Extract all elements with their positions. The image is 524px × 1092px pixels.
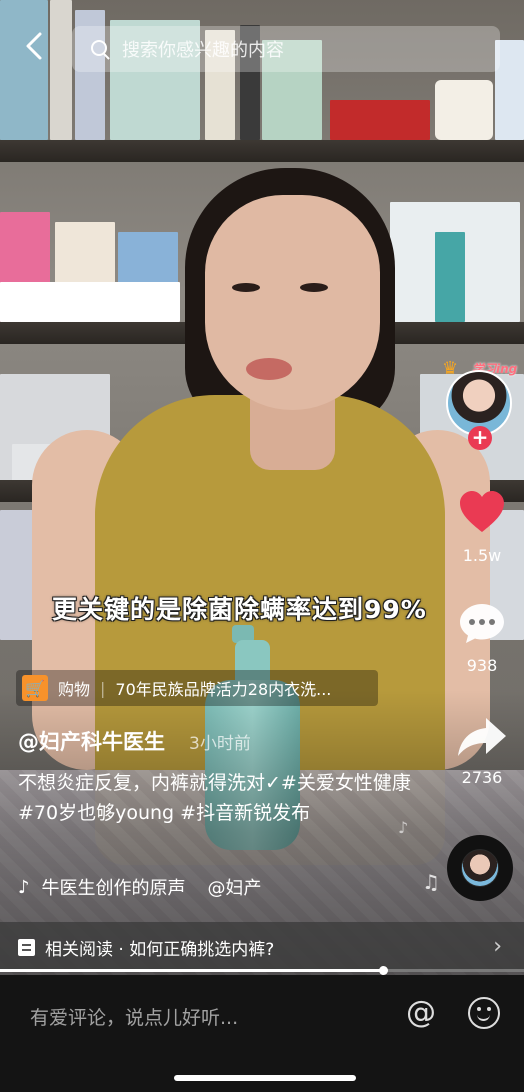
comment-count: 938 (466, 656, 498, 675)
music-row[interactable]: ♪ 牛医生创作的原声 @妇产 (18, 874, 262, 900)
like-count: 1.5w (462, 546, 502, 565)
related-reading-bar[interactable]: 相关阅读 · 如何正确挑选内裤? › (0, 922, 524, 972)
crown-icon: ♛ (442, 358, 459, 379)
shopping-cart-icon: 🛒 (22, 675, 48, 701)
shopping-tag[interactable]: 🛒 购物 | 70年民族品牌活力28内衣洗... (16, 670, 378, 706)
share-count: 2736 (461, 768, 503, 787)
presenter-eye (232, 283, 260, 292)
divider: | (100, 678, 106, 698)
video-progress-bar[interactable] (0, 966, 524, 975)
author-row: @妇产科牛医生 3小时前 (18, 726, 251, 756)
search-icon (90, 39, 110, 59)
chevron-left-icon (26, 32, 42, 60)
video-player[interactable] (0, 0, 524, 975)
presenter-eye (300, 283, 328, 292)
comment-icon[interactable] (458, 602, 506, 644)
post-time: 3小时前 (189, 734, 251, 754)
progress-fill (0, 969, 383, 972)
music-cover (462, 850, 498, 886)
tiktok-icon: ♪ (18, 876, 30, 898)
related-reading-text: 相关阅读 · 如何正确挑选内裤? (45, 939, 275, 960)
back-button[interactable] (16, 30, 52, 70)
home-indicator (174, 1075, 356, 1081)
emoji-icon[interactable] (468, 997, 500, 1029)
progress-handle[interactable] (378, 966, 388, 975)
shelf (0, 140, 524, 162)
article-icon (18, 938, 35, 956)
search-input[interactable]: 搜索你感兴趣的内容 (72, 26, 500, 72)
author-name[interactable]: @妇产科牛医生 (18, 726, 165, 756)
share-arrow-icon[interactable] (456, 716, 508, 758)
music-disc[interactable] (447, 835, 513, 901)
product-title: 70年民族品牌活力28内衣洗... (115, 680, 332, 699)
presenter-face (205, 195, 380, 410)
search-placeholder: 搜索你感兴趣的内容 (122, 40, 284, 61)
creator-avatar[interactable]: ♛ 学习ing + (442, 358, 520, 460)
video-subtitle: 更关键的是除菌除螨率达到99% (52, 595, 427, 624)
post-description[interactable]: 不想炎症反复，内裤就得洗对✓#关爱女性健康 #70岁也够young #抖音新锐发… (18, 768, 418, 828)
shop-label: 购物 (58, 680, 91, 699)
heart-icon[interactable] (458, 490, 506, 534)
music-note-icon: ♫ (422, 870, 440, 894)
comment-input[interactable]: 有爱评论，说点儿好听... (30, 1003, 238, 1030)
music-author: @妇产 (207, 878, 262, 899)
chevron-right-icon: › (493, 934, 502, 959)
music-title: 牛医生创作的原声 (41, 878, 186, 899)
follow-button[interactable]: + (468, 426, 492, 450)
at-mention-icon[interactable]: @ (406, 995, 436, 1030)
presenter-lips (246, 358, 292, 380)
